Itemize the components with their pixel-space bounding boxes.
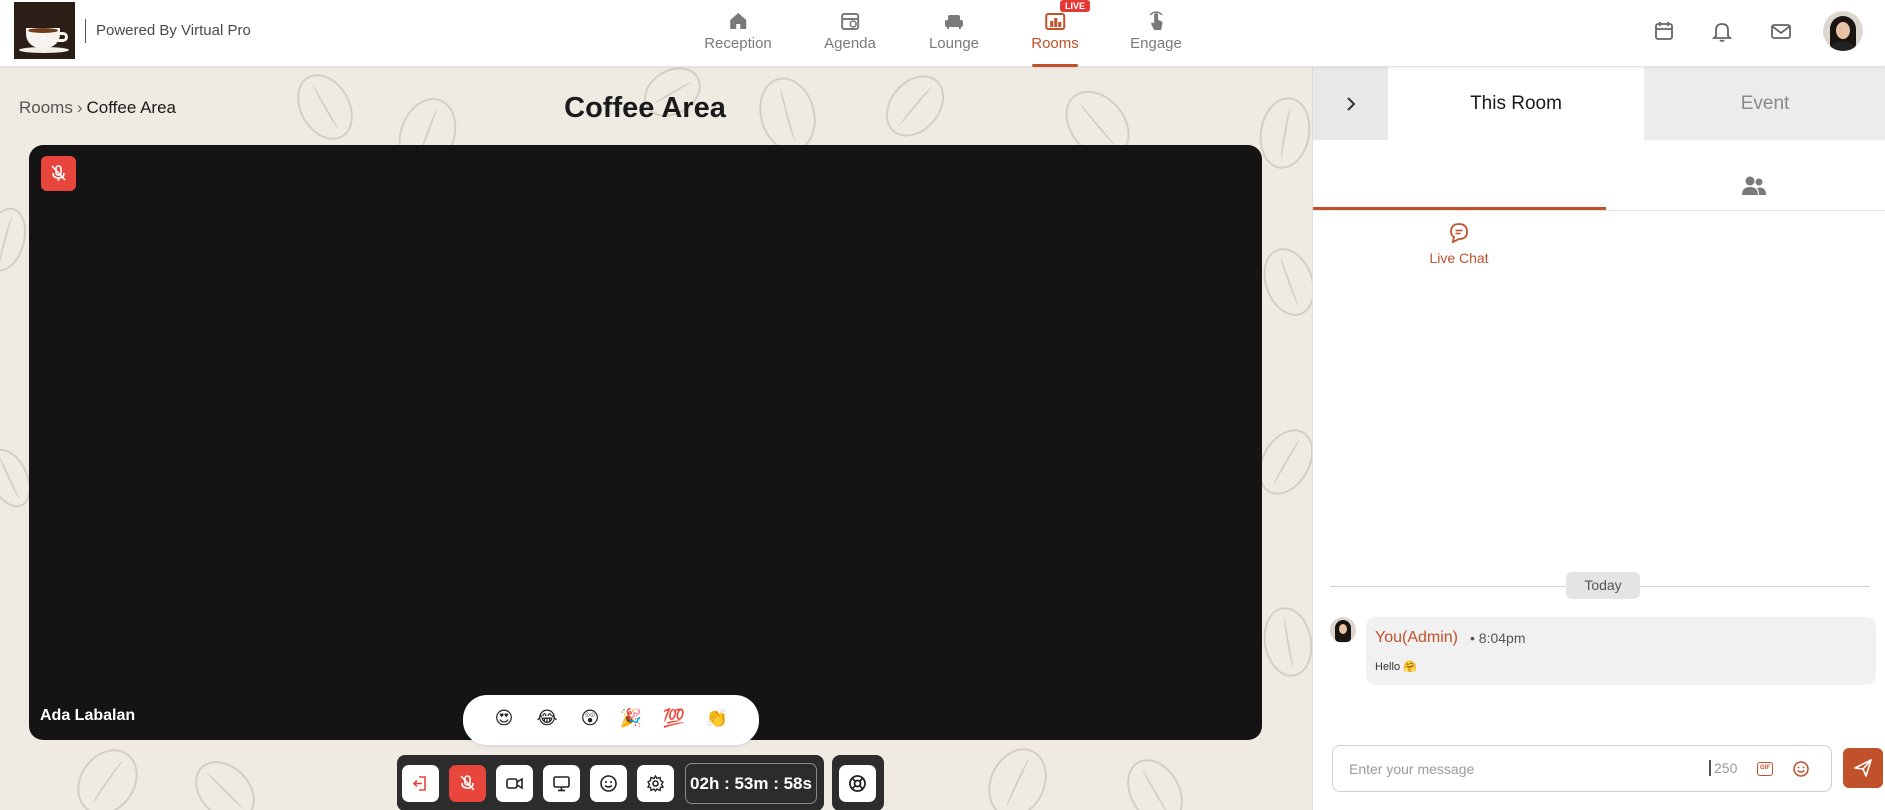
reaction-heart-eyes[interactable]: 😍	[495, 708, 514, 729]
participant-name: Ada Labalan	[40, 707, 136, 724]
reaction-clap[interactable]: 👏	[706, 708, 728, 729]
collapse-panel-button[interactable]	[1313, 67, 1388, 140]
subtab-divider	[1313, 210, 1885, 211]
tab-event[interactable]: Event	[1644, 67, 1885, 140]
breadcrumb: Rooms › Coffee Area	[19, 98, 176, 118]
nav-label: Rooms	[1031, 35, 1079, 52]
gear-icon	[646, 774, 665, 793]
exit-icon	[412, 776, 426, 791]
message-avatar	[1330, 617, 1356, 643]
chevron-right-icon	[1347, 97, 1356, 111]
tab-this-room[interactable]: This Room	[1388, 67, 1644, 140]
share-screen-button[interactable]	[543, 765, 580, 802]
live-chat-label: Live Chat	[1429, 250, 1489, 266]
mail-icon[interactable]	[1770, 20, 1792, 42]
reaction-hundred[interactable]: 💯	[663, 708, 685, 729]
coffee-bean-decoration	[64, 737, 151, 810]
mic-muted-indicator	[41, 156, 76, 191]
message-author: You(Admin)	[1375, 629, 1459, 646]
people-icon[interactable]	[1741, 175, 1767, 197]
toggle-mic-button[interactable]	[449, 765, 486, 802]
nav-item-rooms[interactable]: Rooms	[1031, 10, 1079, 52]
calendar-icon[interactable]	[1653, 20, 1675, 42]
video-tile[interactable]: Ada Labalan	[29, 145, 1262, 740]
event-logo[interactable]	[14, 2, 75, 59]
mic-off-icon	[460, 775, 475, 791]
gif-icon[interactable]: GIF	[1757, 762, 1773, 776]
chevron-right-icon: ›	[76, 98, 83, 117]
agenda-calendar-icon	[841, 13, 859, 30]
help-button[interactable]	[839, 765, 876, 802]
leave-room-button[interactable]	[402, 765, 439, 802]
coffee-bean-decoration	[1254, 93, 1312, 173]
message-composer: 250 GIF	[1332, 745, 1832, 792]
coffee-bean-decoration	[285, 67, 365, 150]
session-timer: 02h : 53m : 58s	[685, 763, 817, 804]
nav-item-agenda[interactable]: Agenda	[824, 10, 876, 52]
reactions-button[interactable]	[590, 765, 627, 802]
reaction-astonished[interactable]: 😲	[581, 708, 600, 729]
message-time: • 8:04pm	[1470, 630, 1526, 646]
coffee-bean-decoration	[0, 202, 33, 277]
powered-by-text: Powered By Virtual Pro	[96, 22, 251, 39]
support-controls	[832, 755, 884, 810]
coffee-bean-decoration	[1258, 603, 1312, 681]
message-text: Hello 🤗	[1375, 661, 1417, 673]
nav-item-lounge[interactable]: Lounge	[929, 10, 979, 52]
monitor-icon	[553, 776, 570, 792]
nav-label: Agenda	[824, 35, 876, 52]
nav-label: Lounge	[928, 35, 980, 52]
nav-label: Engage	[1130, 35, 1182, 52]
breadcrumb-rooms-link[interactable]: Rooms	[19, 98, 73, 117]
active-nav-underline	[1032, 64, 1078, 67]
sofa-icon	[945, 15, 963, 29]
breadcrumb-current: Coffee Area	[86, 98, 177, 117]
home-icon	[729, 13, 746, 29]
bell-icon[interactable]	[1711, 20, 1733, 42]
send-message-button[interactable]	[1843, 748, 1883, 788]
reaction-party[interactable]: 🎉	[620, 708, 642, 729]
coffee-bean-decoration	[183, 749, 267, 810]
call-controls: 02h : 53m : 58s	[397, 755, 824, 810]
nav-item-reception[interactable]: Reception	[704, 10, 772, 52]
chat-bubble-icon	[1450, 223, 1468, 244]
smiley-icon	[600, 775, 617, 792]
nav-label: Reception	[704, 35, 772, 52]
coffee-bean-decoration	[977, 738, 1058, 810]
reaction-bar: 😍 😂 😲 🎉 💯 👏	[463, 695, 759, 745]
page-title: Coffee Area	[564, 92, 726, 124]
settings-button[interactable]	[637, 765, 674, 802]
mic-off-icon	[51, 165, 66, 181]
reaction-laugh[interactable]: 😂	[536, 708, 557, 729]
rooms-icon	[1044, 13, 1065, 30]
message-input[interactable]	[1349, 759, 1689, 779]
lifebuoy-icon	[849, 775, 866, 792]
toggle-camera-button[interactable]	[496, 765, 533, 802]
char-counter: 250	[1709, 760, 1737, 776]
coffee-bean-decoration	[1115, 749, 1195, 810]
side-panel: This Room Event Live Chat Today You(Admi…	[1312, 67, 1885, 810]
emoji-picker-icon[interactable]	[1792, 760, 1810, 778]
user-avatar[interactable]	[1823, 11, 1863, 51]
hand-tap-icon	[1149, 11, 1163, 30]
video-camera-icon	[506, 777, 523, 790]
logo-divider	[85, 19, 86, 43]
send-icon	[1854, 759, 1872, 777]
coffee-bean-decoration	[1254, 240, 1312, 324]
top-bar: Powered By Virtual Pro Reception Agenda …	[0, 0, 1885, 67]
live-badge: LIVE	[1060, 0, 1091, 12]
chat-message: You(Admin) • 8:04pm Hello 🤗	[1366, 617, 1876, 685]
nav-item-engage[interactable]: Engage	[1130, 10, 1182, 52]
room-stage: Rooms › Coffee Area Coffee Area Ada Labala…	[0, 67, 1312, 810]
date-divider-label: Today	[1566, 572, 1640, 599]
coffee-bean-decoration	[873, 67, 957, 149]
